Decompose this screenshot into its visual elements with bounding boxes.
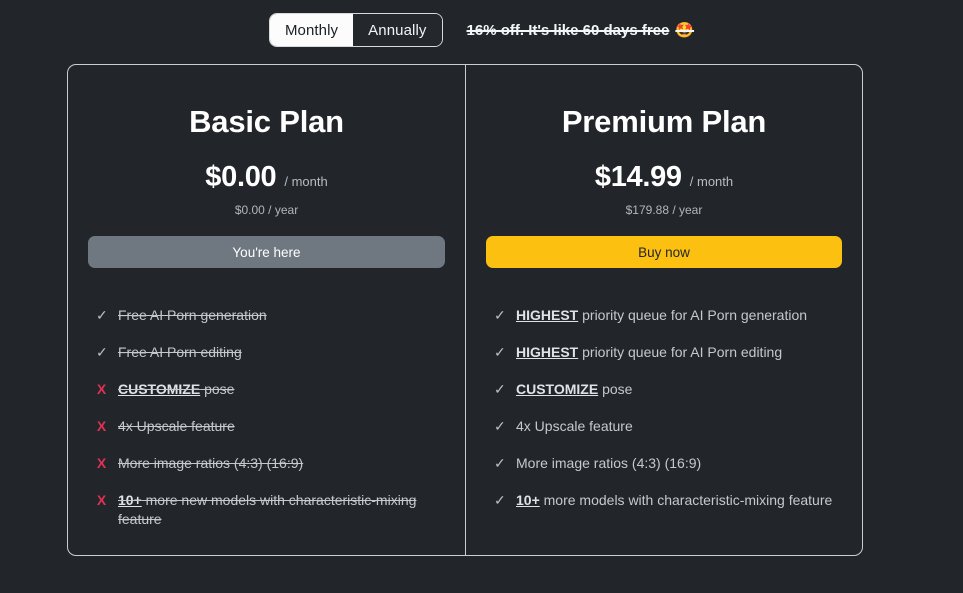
plan-price-period: / month <box>284 174 328 190</box>
plan-cta-button[interactable]: Buy now <box>486 236 842 269</box>
feature-text: 4x Upscale feature <box>516 417 633 434</box>
star-struck-emoji-icon: 🤩 <box>675 22 695 39</box>
feature-item: X 4x Upscale feature <box>96 417 437 436</box>
feature-text: CUSTOMIZE pose <box>516 380 633 397</box>
feature-emphasis: HIGHEST <box>516 344 579 361</box>
feature-item: ✓ Free AI Porn editing <box>96 343 437 362</box>
feature-text: Free AI Porn generation <box>118 307 267 324</box>
feature-item: ✓ 10+ more models with characteristic-mi… <box>494 491 834 510</box>
check-icon: ✓ <box>494 417 506 434</box>
plan-price-period: / month <box>689 174 734 190</box>
feature-text: 10+ more models with characteristic-mixi… <box>516 491 833 508</box>
feature-emphasis: 10+ <box>516 491 540 508</box>
check-icon: ✓ <box>96 307 108 324</box>
feature-text: 10+ more new models with characteristic-… <box>118 491 417 527</box>
feature-item: X 10+ more new models with characteristi… <box>96 491 437 529</box>
feature-emphasis: 10+ <box>118 491 142 508</box>
feature-emphasis: HIGHEST <box>516 307 579 324</box>
billing-option-annually[interactable]: Annually <box>353 14 442 46</box>
cross-icon: X <box>96 491 107 508</box>
check-icon: ✓ <box>96 344 108 361</box>
feature-text: Free AI Porn editing <box>118 344 242 361</box>
feature-text: 4x Upscale feature <box>118 417 235 434</box>
feature-text: More image ratios (4:3) (16:9) <box>516 454 702 471</box>
plan-card-premium: Premium Plan $14.99 / month $179.88 / ye… <box>465 64 863 556</box>
plan-title: Basic Plan <box>189 104 344 139</box>
cross-icon: X <box>96 380 107 397</box>
plan-feature-list: ✓ HIGHEST priority queue for AI Porn gen… <box>486 306 842 509</box>
billing-period-bar: Monthly Annually 16% off. It's like 60 d… <box>0 12 963 48</box>
plan-price: $14.99 <box>594 161 682 194</box>
plan-card-basic: Basic Plan $0.00 / month $0.00 / year Yo… <box>67 64 465 556</box>
plan-price: $0.00 <box>205 161 277 194</box>
annual-discount-text: 16% off. It's like 60 days free <box>466 21 670 39</box>
billing-period-toggle[interactable]: Monthly Annually <box>268 13 443 47</box>
feature-item: ✓ CUSTOMIZE pose <box>494 380 834 399</box>
plan-price-row: $14.99 / month <box>486 161 842 194</box>
check-icon: ✓ <box>494 491 506 508</box>
feature-text: HIGHEST priority queue for AI Porn editi… <box>516 344 783 361</box>
feature-text: HIGHEST priority queue for AI Porn gener… <box>516 307 808 324</box>
feature-item: X CUSTOMIZE pose <box>96 380 437 399</box>
feature-emphasis: CUSTOMIZE <box>516 380 599 397</box>
feature-text: CUSTOMIZE pose <box>118 380 235 397</box>
plan-price-row: $0.00 / month <box>88 161 445 194</box>
feature-item: ✓ HIGHEST priority queue for AI Porn gen… <box>494 306 834 325</box>
feature-text: More image ratios (4:3) (16:9) <box>118 454 304 471</box>
feature-item: X More image ratios (4:3) (16:9) <box>96 454 437 473</box>
pricing-page: Monthly Annually 16% off. It's like 60 d… <box>0 0 963 593</box>
check-icon: ✓ <box>494 307 506 324</box>
plan-feature-list: ✓ Free AI Porn generation ✓ Free AI Porn… <box>88 306 445 528</box>
check-icon: ✓ <box>494 344 506 361</box>
plan-cta-button[interactable]: You're here <box>88 236 445 269</box>
cross-icon: X <box>96 454 107 471</box>
feature-item: ✓ Free AI Porn generation <box>96 306 437 325</box>
plan-yearly-price: $179.88 / year <box>625 203 703 218</box>
annual-discount-note: 16% off. It's like 60 days free 🤩 <box>466 21 695 40</box>
plan-title: Premium Plan <box>561 104 767 139</box>
check-icon: ✓ <box>494 454 506 471</box>
feature-item: ✓ More image ratios (4:3) (16:9) <box>494 454 834 473</box>
feature-emphasis: CUSTOMIZE <box>118 380 201 397</box>
plan-yearly-price: $0.00 / year <box>234 203 299 218</box>
feature-item: ✓ HIGHEST priority queue for AI Porn edi… <box>494 343 834 362</box>
check-icon: ✓ <box>494 380 506 397</box>
cross-icon: X <box>96 417 107 434</box>
billing-option-monthly[interactable]: Monthly <box>269 14 354 46</box>
plan-card-list: Basic Plan $0.00 / month $0.00 / year Yo… <box>67 64 863 556</box>
feature-item: ✓ 4x Upscale feature <box>494 417 834 436</box>
